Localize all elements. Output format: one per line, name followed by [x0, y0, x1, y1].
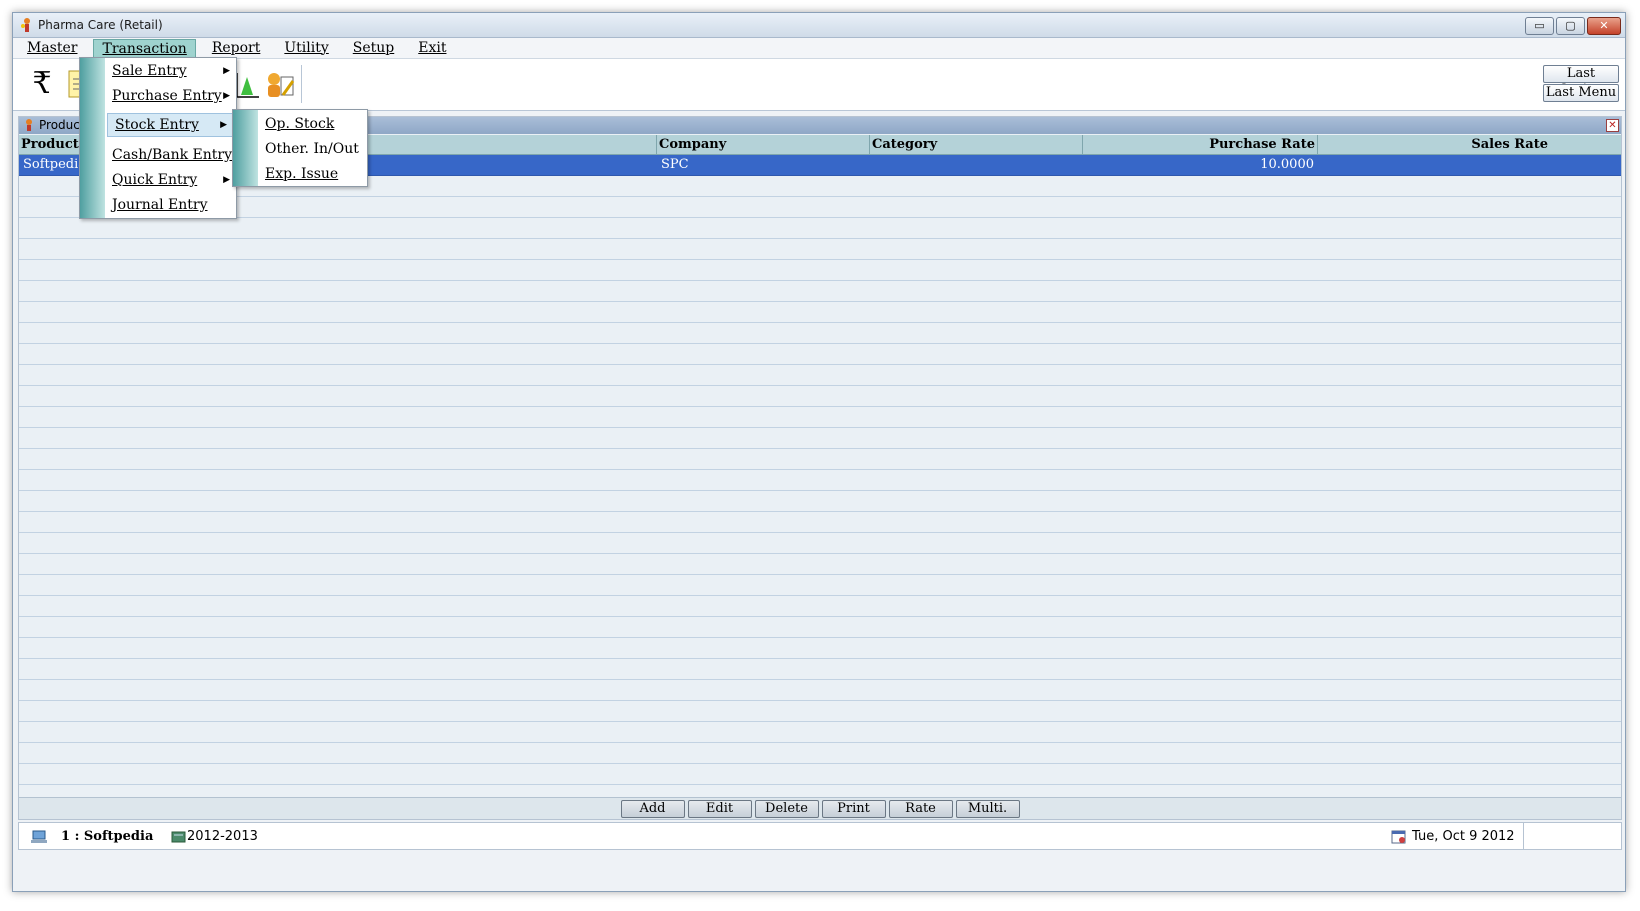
cell-company: SPC — [661, 157, 689, 172]
print-button[interactable]: Print — [821, 800, 886, 818]
product-list-window: Product ✕ Product N Company Category Pur… — [18, 116, 1622, 820]
table-row[interactable] — [19, 596, 1621, 617]
submenu-arrow-icon: ▶ — [220, 120, 227, 130]
calendar-book-icon — [171, 831, 186, 843]
menu-item-quick-entry[interactable]: Quick Entry ▶ — [105, 168, 236, 192]
stock-entry-submenu: Op. Stock Other. In/Out Exp. Issue — [232, 109, 368, 187]
cell-sales-rate — [1318, 155, 1550, 175]
menu-gutter — [80, 58, 105, 218]
minimize-button[interactable]: ▭ — [1525, 17, 1554, 35]
table-row[interactable] — [19, 197, 1621, 218]
window-controls: ▭ ▢ ✕ — [1525, 17, 1621, 35]
table-row[interactable] — [19, 449, 1621, 470]
table-row[interactable] — [19, 470, 1621, 491]
menu-bar: Master Transaction Report Utility Setup … — [13, 38, 1625, 59]
table-row[interactable] — [19, 302, 1621, 323]
menu-master[interactable]: Master — [19, 39, 85, 58]
menu-item-cash-bank-entry[interactable]: Cash/Bank Entry — [105, 143, 236, 167]
app-window: Pharma Care (Retail) ▭ ▢ ✕ Master Transa… — [12, 12, 1626, 892]
close-button[interactable]: ✕ — [1587, 17, 1621, 35]
submenu-arrow-icon: ▶ — [223, 175, 230, 185]
table-row[interactable] — [19, 701, 1621, 722]
computer-icon — [31, 830, 47, 843]
child-close-icon[interactable]: ✕ — [1606, 119, 1619, 132]
transaction-menu: Sale Entry ▶ Purchase Entry ▶ Stock Entry ▶… — [79, 57, 237, 219]
app-logo-icon — [21, 18, 30, 32]
table-row[interactable] — [19, 239, 1621, 260]
table-row[interactable] — [19, 638, 1621, 659]
menu-item-other-in-out[interactable]: Other. In/Out — [258, 137, 368, 161]
window-title: Pharma Care (Retail) — [38, 18, 163, 32]
child-title: Product — [39, 118, 85, 132]
table-row[interactable] — [19, 764, 1621, 785]
table-row[interactable] — [19, 533, 1621, 554]
add-button[interactable]: Add — [620, 800, 685, 818]
menu-item-purchase-entry[interactable]: Purchase Entry ▶ — [105, 84, 236, 108]
table-row[interactable] — [19, 722, 1621, 743]
table-row[interactable] — [19, 260, 1621, 281]
submenu-gutter — [233, 110, 258, 186]
cell-category — [870, 155, 878, 175]
status-divider — [1523, 823, 1524, 849]
last-option-button[interactable]: Last Option — [1543, 65, 1619, 97]
toolbar-separator — [301, 65, 302, 103]
status-bar: 1 : Softpedia 2012-2013 Tue, Oct 9 2012 — [18, 822, 1622, 850]
menu-exit[interactable]: Exit — [410, 39, 454, 58]
menu-transaction[interactable]: Transaction — [93, 38, 196, 58]
column-category[interactable]: Category — [870, 135, 1083, 155]
submenu-arrow-icon: ▶ — [223, 66, 230, 76]
table-row[interactable] — [19, 218, 1621, 239]
table-row[interactable] — [19, 491, 1621, 512]
column-sales-rate[interactable]: Sales Rate — [1318, 135, 1550, 155]
product-icon — [26, 119, 32, 131]
calendar-icon — [1391, 830, 1406, 844]
user-edit-icon[interactable] — [263, 65, 297, 103]
menu-item-sale-entry[interactable]: Sale Entry ▶ — [105, 59, 236, 83]
edit-button[interactable]: Edit — [687, 800, 752, 818]
rupee-icon[interactable]: ₹ — [25, 65, 59, 103]
cell-purchase-rate: 10.0000 — [1260, 157, 1314, 172]
table-row[interactable] — [19, 344, 1621, 365]
grid-body: Softpedia SPC 10.0000 — [19, 155, 1621, 801]
title-bar: Pharma Care (Retail) ▭ ▢ ✕ — [13, 13, 1625, 38]
table-row[interactable] — [19, 659, 1621, 680]
table-row[interactable] — [19, 512, 1621, 533]
menu-setup[interactable]: Setup — [345, 39, 402, 58]
table-row[interactable] — [19, 743, 1621, 764]
column-company[interactable]: Company — [657, 135, 870, 155]
maximize-button[interactable]: ▢ — [1556, 17, 1585, 35]
action-bar: Add Edit Delete Print Rate Multi. — [19, 797, 1621, 819]
table-row[interactable] — [19, 365, 1621, 386]
window-bottom-area — [13, 851, 1625, 891]
rate-button[interactable]: Rate — [888, 800, 953, 818]
last-menu-button[interactable]: Last Menu — [1543, 84, 1619, 102]
table-row[interactable] — [19, 323, 1621, 344]
table-row[interactable] — [19, 281, 1621, 302]
status-date: Tue, Oct 9 2012 — [1412, 829, 1515, 844]
multi-button[interactable]: Multi. — [955, 800, 1020, 818]
menu-utility[interactable]: Utility — [276, 39, 336, 58]
table-row[interactable] — [19, 386, 1621, 407]
status-company: 1 : Softpedia — [61, 829, 154, 844]
menu-item-stock-entry[interactable]: Stock Entry ▶ — [107, 113, 234, 137]
status-year: 2012-2013 — [187, 829, 258, 844]
menu-item-journal-entry[interactable]: Journal Entry — [105, 193, 236, 217]
table-row[interactable] — [19, 428, 1621, 449]
submenu-arrow-icon: ▶ — [223, 91, 230, 101]
delete-button[interactable]: Delete — [754, 800, 819, 818]
table-row[interactable] — [19, 575, 1621, 596]
toolbar: ₹ Last Option Last Menu — [13, 59, 1625, 111]
menu-report[interactable]: Report — [204, 39, 269, 58]
table-row[interactable] — [19, 617, 1621, 638]
menu-item-op-stock[interactable]: Op. Stock — [258, 112, 368, 136]
table-row[interactable] — [19, 554, 1621, 575]
menu-item-exp-issue[interactable]: Exp. Issue — [258, 162, 368, 186]
column-purchase-rate[interactable]: Purchase Rate — [1083, 135, 1318, 155]
table-row[interactable] — [19, 680, 1621, 701]
table-row[interactable] — [19, 407, 1621, 428]
